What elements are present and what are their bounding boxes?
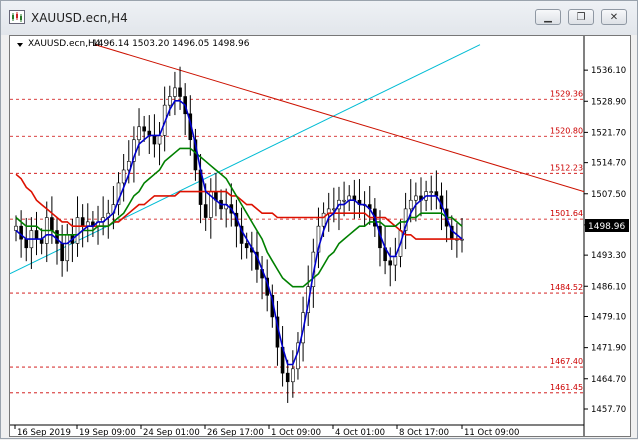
chart-app-icon [9, 10, 25, 24]
time-tick-label: 19 Sep 09:00 [79, 428, 136, 436]
window-title: XAUUSD.ecn,H4 [31, 11, 128, 25]
level-label: 1501.64 [550, 209, 583, 218]
price-tick-label: 1486.10 [591, 282, 626, 292]
level-label: 1461.45 [550, 383, 583, 392]
price-tick-label: 1507.50 [591, 190, 626, 200]
price-tick-label: 1493.30 [591, 251, 626, 261]
candle-body [34, 230, 39, 240]
time-tick-label: 1 Oct 09:00 [271, 428, 321, 436]
chart-symbol-label: XAUUSD.ecn,H4 [28, 39, 101, 49]
price-tick-label: 1471.90 [591, 344, 626, 354]
candle-body [65, 234, 70, 262]
candle-body [321, 212, 326, 227]
time-tick-label: 24 Sep 01:00 [143, 428, 200, 436]
candle-body [24, 238, 29, 249]
candle-body [342, 199, 346, 202]
level-label: 1484.52 [550, 283, 583, 292]
window-titlebar[interactable]: XAUUSD.ecn,H4 ▁ ❐ ✕ [1, 1, 637, 35]
candle-body [285, 372, 290, 383]
level-label: 1512.23 [550, 163, 583, 172]
candle-body [75, 217, 80, 244]
candle-body [429, 191, 434, 193]
candle-body [178, 87, 182, 97]
time-tick-label: 26 Sep 17:00 [207, 428, 264, 436]
close-button[interactable]: ✕ [601, 9, 627, 25]
close-icon: ✕ [609, 12, 619, 23]
restore-icon: ❐ [576, 12, 586, 23]
candle-body [137, 126, 141, 141]
candle-body [393, 256, 398, 266]
candle-body [244, 243, 249, 249]
candle-body [173, 87, 177, 97]
candle-body [50, 217, 54, 231]
level-label: 1467.40 [550, 357, 583, 366]
candle-body [121, 169, 126, 184]
time-tick-label: 4 Oct 01:00 [335, 428, 385, 436]
candle-body [19, 225, 23, 240]
candle-body [55, 230, 59, 244]
price-tick-label: 1514.70 [591, 159, 626, 169]
price-tick-label: 1479.10 [591, 313, 626, 323]
candle-body [167, 96, 172, 106]
time-tick-label: 8 Oct 17:00 [399, 428, 449, 436]
time-tick-label: 11 Oct 09:00 [464, 428, 519, 436]
restore-button[interactable]: ❐ [568, 9, 594, 25]
candle-body [414, 195, 418, 201]
candle-body [157, 135, 162, 145]
chart-area[interactable]: 1529.36 1520.80 1512.23 1501.64 1484.52 1467.… [9, 35, 631, 438]
minimize-button[interactable]: ▁ [535, 9, 561, 25]
candle-body [14, 225, 18, 231]
minimize-icon: ▁ [544, 12, 552, 23]
candle-body [80, 217, 85, 227]
price-tick-label: 1528.90 [591, 97, 626, 107]
current-price-label: 1498.96 [588, 222, 625, 232]
channel-trendline[interactable] [9, 44, 481, 275]
dropdown-arrow-icon[interactable] [17, 43, 23, 47]
candle-body [332, 208, 336, 211]
resistance-trendline[interactable] [94, 44, 585, 193]
candle-body [408, 199, 413, 210]
level-label: 1529.36 [550, 89, 583, 98]
price-tick-label: 1536.10 [591, 66, 626, 76]
candle-body [152, 135, 157, 145]
price-tick-label: 1464.70 [591, 375, 626, 385]
price-chart[interactable]: 1529.36 1520.80 1512.23 1501.64 1484.52 1467.… [9, 36, 630, 438]
candle-body [203, 204, 208, 218]
price-tick-label: 1521.70 [591, 128, 626, 138]
price-tick-label: 1457.70 [591, 405, 626, 415]
candle-body [142, 126, 146, 132]
candle-body [60, 243, 64, 262]
time-tick-label: 16 Sep 2019 [17, 428, 71, 436]
candle-body [291, 368, 295, 383]
chart-window: XAUUSD.ecn,H4 ▁ ❐ ✕ 1529.36 1520.80 1512.2… [0, 0, 638, 439]
candle-body [388, 260, 393, 266]
chart-ohlc-values: 1496.14 1503.20 1496.05 1498.96 [92, 39, 250, 49]
level-label: 1520.80 [550, 126, 583, 135]
